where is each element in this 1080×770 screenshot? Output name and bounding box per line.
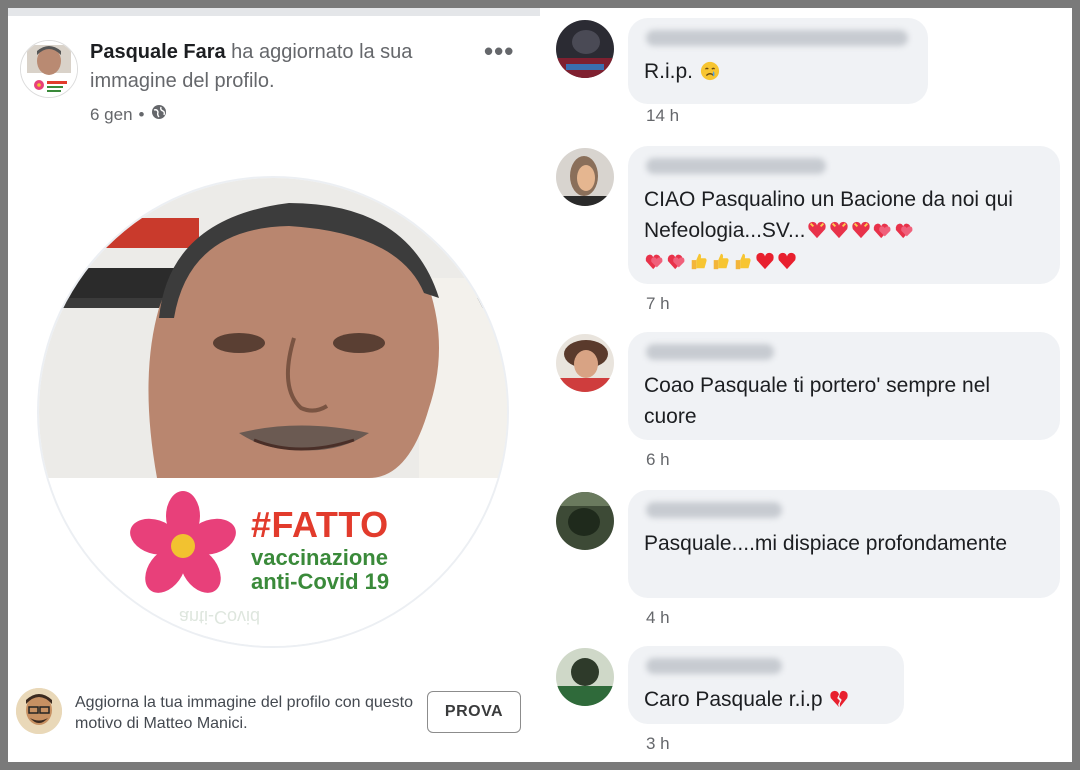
comment-text: Pasquale....mi dispiace profondamente (644, 532, 1008, 555)
post-header: Pasquale Fara ha aggiornato la sua immag… (90, 38, 450, 96)
crying-face-icon (700, 61, 719, 81)
frame-caption-line2: anti-Covid 19 (251, 569, 390, 594)
frame-promo-text: Aggiorna la tua immagine del profilo con… (75, 694, 413, 732)
profile-photo (39, 178, 507, 478)
comment-timestamp[interactable]: 7 h (646, 294, 670, 314)
comment-text: Caro Pasquale r.i.p (644, 684, 886, 715)
more-options-icon[interactable]: ••• (484, 36, 514, 67)
frame-caption-line1: vaccinazione (251, 545, 388, 570)
flower-icon (130, 491, 236, 593)
profile-picture-frame[interactable]: #FATTO vaccinazione anti-Covid 19 anti-C… (39, 178, 507, 646)
author-avatar[interactable] (20, 40, 78, 98)
frame-creator-avatar (16, 688, 62, 734)
comment-timestamp[interactable]: 3 h (646, 734, 670, 754)
post-meta: 6 gen • (90, 104, 167, 125)
try-frame-button[interactable]: PROVA (427, 691, 521, 733)
comment-bubble: Caro Pasquale r.i.p (628, 646, 904, 724)
commenter-avatar[interactable] (556, 148, 614, 206)
comment-bubble: R.i.p. (628, 18, 928, 104)
commenter-avatar[interactable] (556, 492, 614, 550)
profile-update-post: Pasquale Fara ha aggiornato la sua immag… (8, 8, 540, 762)
comment-bubble: Pasquale....mi dispiace profondamente (628, 490, 1060, 598)
meta-separator: • (138, 104, 145, 124)
blurred-author-name[interactable] (646, 344, 774, 360)
frame-caption: vaccinazione anti-Covid 19 (251, 546, 389, 594)
blurred-author-name[interactable] (646, 502, 782, 518)
post-date[interactable]: 6 gen (90, 105, 133, 125)
comment-text: R.i.p. (644, 56, 910, 87)
comment-text: Coao Pasquale ti portero' sempre nel cuo… (644, 374, 991, 428)
comment-timestamp[interactable]: 6 h (646, 450, 670, 470)
top-divider (8, 8, 540, 16)
author-name-link[interactable]: Pasquale Fara (90, 41, 226, 63)
commenter-avatar[interactable] (556, 334, 614, 392)
comment-timestamp[interactable]: 14 h (646, 106, 679, 126)
commenter-avatar[interactable] (556, 20, 614, 78)
commenter-avatar[interactable] (556, 648, 614, 706)
globe-icon[interactable] (151, 104, 167, 125)
comment-timestamp[interactable]: 4 h (646, 608, 670, 628)
blurred-author-name[interactable] (646, 658, 782, 674)
comment-bubble: CIAO Pasqualino un Bacione da noi qui Ne… (628, 146, 1060, 284)
frame-hashtag: #FATTO (251, 504, 389, 545)
comment-bubble: Coao Pasquale ti portero' sempre nel cuo… (628, 332, 1060, 440)
broken-heart-icon (830, 690, 849, 708)
blurred-author-name[interactable] (646, 158, 826, 174)
comment-text: CIAO Pasqualino un Bacione da noi qui Ne… (644, 184, 1042, 277)
comments-section: R.i.p. 14 h CIAO Pasqualino un Bacione d… (540, 8, 1072, 762)
blurred-author-name[interactable] (646, 30, 908, 46)
frame-reflection: anti-Covid (179, 607, 261, 627)
